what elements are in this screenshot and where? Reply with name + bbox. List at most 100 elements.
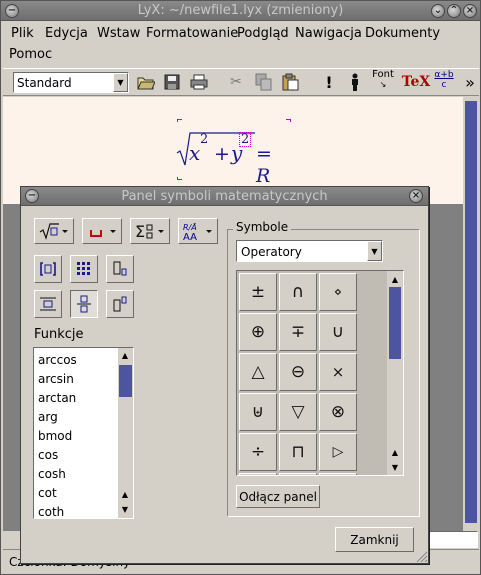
list-item[interactable]: cos xyxy=(38,448,58,462)
chevron-down-icon[interactable]: ▼ xyxy=(367,241,382,261)
symbol-partial-row[interactable] xyxy=(239,473,277,475)
style-select[interactable]: Standard ▼ xyxy=(13,72,129,93)
formula-equals-r: = R xyxy=(256,143,272,187)
symbol-oplus[interactable]: ⊕ xyxy=(239,313,277,351)
menu-podglad[interactable]: Podgląd xyxy=(237,26,289,41)
symbol-times[interactable]: × xyxy=(319,353,357,391)
formula-y-exponent: 2 xyxy=(239,132,252,147)
svg-text:AA: AA xyxy=(183,232,197,241)
font-button[interactable]: Font ↘ xyxy=(370,69,396,91)
font-menu-button[interactable]: R/Ā AA xyxy=(178,218,218,244)
subscript-button[interactable] xyxy=(106,255,134,283)
symbol-bigtriangleup[interactable]: △ xyxy=(239,353,277,391)
list-item[interactable]: arccos xyxy=(38,353,77,367)
scroll-up-icon[interactable]: ▲ xyxy=(118,487,132,501)
sum-dropdown-icon: Σ xyxy=(135,222,164,240)
svg-text:R/Ā: R/Ā xyxy=(183,222,197,232)
close-button[interactable]: Zamknij xyxy=(335,527,414,552)
equation-button[interactable] xyxy=(34,290,62,318)
math-button[interactable]: α+b c xyxy=(431,69,457,91)
symbol-mp[interactable]: ∓ xyxy=(279,313,317,351)
scroll-up-icon[interactable]: ▲ xyxy=(388,445,402,459)
symbol-partial-row[interactable] xyxy=(279,473,317,475)
save-icon[interactable] xyxy=(161,71,183,93)
symbol-uplus[interactable]: ⊎ xyxy=(239,393,277,431)
open-folder-icon[interactable] xyxy=(135,71,157,93)
menu-plik[interactable]: Plik xyxy=(11,26,34,41)
displaymath-icon xyxy=(40,297,56,311)
window-titlebar[interactable]: − LyX: ~/newfile1.lyx (zmieniony) ⌄ ⌃ × xyxy=(1,1,480,21)
symbol-triangleright[interactable]: ▷ xyxy=(319,433,357,471)
person-icon[interactable] xyxy=(344,71,366,93)
menu-edycja[interactable]: Edycja xyxy=(45,26,88,41)
list-item[interactable]: coth xyxy=(38,505,64,519)
inset-corner-tl xyxy=(177,119,182,122)
functions-scrollbar[interactable]: ▲ ▲ ▼ xyxy=(118,348,133,518)
panel-titlebar[interactable]: − Panel symboli matematycznych × xyxy=(21,187,428,206)
status-field xyxy=(426,531,478,548)
list-item[interactable]: cot xyxy=(38,486,57,500)
symbols-scrollbar[interactable]: ▲ ▲ ▼ xyxy=(387,271,403,475)
sqrt-dropdown-icon xyxy=(39,223,68,240)
close-window-icon[interactable]: × xyxy=(463,4,477,18)
symbol-cap[interactable]: ∩ xyxy=(279,273,317,311)
fraction-icon xyxy=(77,295,91,313)
math-label-bottom: c xyxy=(441,80,447,90)
root-menu-button[interactable] xyxy=(34,218,74,244)
functions-scroll-thumb[interactable] xyxy=(119,365,132,397)
menu-dokumenty[interactable]: Dokumenty xyxy=(365,26,440,41)
cut-icon[interactable]: ✂ xyxy=(225,71,247,93)
scroll-up-icon[interactable]: ▲ xyxy=(118,348,132,362)
list-item[interactable]: cosh xyxy=(38,467,66,481)
symbol-cup[interactable]: ∪ xyxy=(319,313,357,351)
tex-button[interactable]: TeX xyxy=(402,71,431,93)
symbol-diamond[interactable]: ⋄ xyxy=(319,273,357,311)
formula-x: x xyxy=(189,141,201,165)
minimize-icon[interactable]: ⌄ xyxy=(431,4,445,18)
style-select-value: Standard xyxy=(17,76,72,90)
superscript-button[interactable] xyxy=(106,290,134,318)
print-icon[interactable] xyxy=(188,71,210,93)
symbol-partial-row[interactable] xyxy=(319,473,357,475)
scroll-up-icon[interactable]: ▲ xyxy=(388,272,402,286)
document-scroll-thumb[interactable] xyxy=(465,101,477,523)
detach-panel-button[interactable]: Odłącz panel xyxy=(236,485,320,508)
menu-nawigacja[interactable]: Nawigacja xyxy=(295,26,362,41)
copy-icon[interactable] xyxy=(253,71,275,93)
scroll-down-icon[interactable]: ▼ xyxy=(388,460,402,474)
symbol-pm[interactable]: ± xyxy=(239,273,277,311)
panel-menu-icon[interactable]: − xyxy=(25,189,39,203)
maximize-icon[interactable]: ⌃ xyxy=(447,4,461,18)
symbol-category-select[interactable]: Operatory ▼ xyxy=(236,240,383,262)
delimiters-button[interactable] xyxy=(34,255,62,283)
toolbar-more-button[interactable]: » xyxy=(459,71,481,93)
symbols-scroll-thumb[interactable] xyxy=(389,287,401,359)
symbol-div[interactable]: ÷ xyxy=(239,433,277,471)
style-menu-button[interactable] xyxy=(82,218,122,244)
symbol-sqcap[interactable]: ⊓ xyxy=(279,433,317,471)
chevron-down-icon[interactable]: ▼ xyxy=(113,73,128,92)
matrix-button[interactable] xyxy=(70,255,98,283)
window-menu-icon[interactable]: − xyxy=(5,4,19,18)
functions-list[interactable]: arccos arcsin arctan arg bmod cos cosh c… xyxy=(33,347,134,519)
scroll-down-icon[interactable]: ▼ xyxy=(118,502,132,516)
menu-wstaw[interactable]: Wstaw xyxy=(97,26,140,41)
list-item[interactable]: arcsin xyxy=(38,372,74,386)
document-scrollbar[interactable] xyxy=(463,97,479,527)
list-item[interactable]: bmod xyxy=(38,429,72,443)
symbol-ominus[interactable]: ⊖ xyxy=(279,353,317,391)
brackets-icon xyxy=(40,262,56,276)
menu-pomoc[interactable]: Pomoc xyxy=(9,47,52,62)
math-inset[interactable]: x 2 + y 2 = R xyxy=(176,119,292,187)
fraction-button[interactable] xyxy=(70,290,98,318)
panel-close-icon[interactable]: × xyxy=(409,189,423,203)
note-exclamation-icon[interactable]: ! xyxy=(318,71,340,93)
list-item[interactable]: arctan xyxy=(38,391,76,405)
menu-formatowanie[interactable]: Formatowanie xyxy=(146,26,238,41)
symbol-bigtriangledown[interactable]: ▽ xyxy=(279,393,317,431)
symbol-otimes[interactable]: ⊗ xyxy=(319,393,357,431)
resize-grip-icon[interactable] xyxy=(416,551,428,563)
paste-icon[interactable] xyxy=(279,71,301,93)
sum-menu-button[interactable]: Σ xyxy=(130,218,170,244)
list-item[interactable]: arg xyxy=(38,410,58,424)
